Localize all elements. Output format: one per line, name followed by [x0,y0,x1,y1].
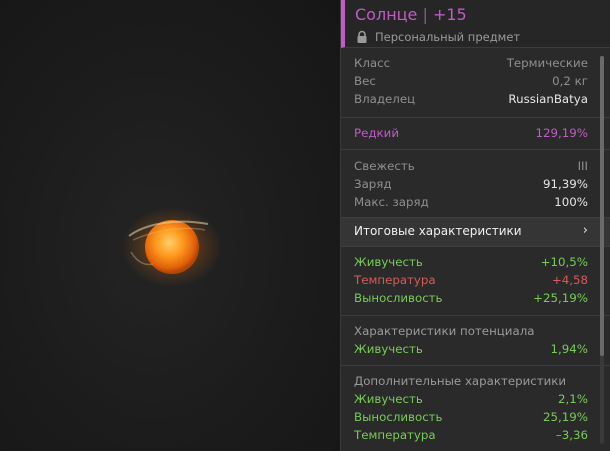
stat-label: Температура [354,428,436,442]
rarity-row: Редкий 129,19% [341,124,610,142]
info-row: Вес 0,2 кг [341,72,610,90]
condition-value: III [577,159,588,173]
stat-label: Живучесть [354,255,423,269]
potential-section: Характеристики потенциала Живучесть 1,94… [341,316,610,366]
info-row: Владелец RussianBatya [341,90,610,108]
condition-label: Макс. заряд [354,195,429,209]
rarity-label: Редкий [354,126,399,140]
extra-heading: Дополнительные характеристики [354,374,567,388]
title-separator: | [422,5,433,24]
stat-value: –3,36 [555,428,588,442]
stat-row: Выносливость 25,19% [341,408,610,426]
stat-row: Температура –3,36 [341,426,610,444]
stat-label: Выносливость [354,410,443,424]
stat-value: 25,19% [543,410,588,424]
stat-label: Выносливость [354,291,443,305]
item-preview [0,0,340,451]
stat-row: Живучесть +10,5% [341,253,610,271]
personal-item-label: Персональный предмет [375,30,521,44]
stat-value: 1,94% [550,342,588,356]
condition-value: 91,39% [543,177,588,191]
item-header: Солнце | +15 Персональный предмет [341,0,610,48]
item-subtitle: Персональный предмет [355,30,520,44]
info-row: Класс Термические [341,54,610,72]
stat-value: +25,19% [533,291,588,305]
owner-value: RussianBatya [508,92,588,106]
lock-icon [355,30,369,44]
item-upgrade-level: +15 [432,5,467,24]
rarity-value: 129,19% [535,126,589,140]
scrollbar-thumb[interactable] [600,56,604,356]
rarity-section: Редкий 129,19% [341,118,610,150]
info-value: Термические [506,56,588,70]
condition-value: 100% [554,195,588,209]
stat-row: Живучесть 2,1% [341,390,610,408]
stat-value: +10,5% [540,255,588,269]
extra-stats-section: Дополнительные характеристики Живучесть … [341,366,610,446]
item-name: Солнце [355,5,418,24]
final-stats-toggle[interactable]: Итоговые характеристики › [341,218,610,247]
condition-row: Заряд 91,39% [341,175,610,193]
stat-value: +4,58 [551,273,588,287]
condition-label: Заряд [354,177,392,191]
stat-label: Живучесть [354,342,423,356]
stat-label: Температура [354,273,436,287]
item-title: Солнце | +15 [355,5,467,24]
sun-artifact-image [115,200,225,290]
potential-heading: Характеристики потенциала [354,324,535,338]
info-label: Класс [354,56,391,70]
info-label: Владелец [354,92,416,106]
tooltip-scrollbar[interactable] [600,56,604,444]
final-stats-section: Живучесть +10,5% Температура +4,58 Вынос… [341,247,610,316]
condition-row: Свежесть III [341,157,610,175]
stat-row: Выносливость +25,19% [341,289,610,307]
item-tooltip-panel: Солнце | +15 Персональный предмет Класс … [340,0,610,451]
stat-row: Живучесть 1,94% [341,340,610,358]
condition-label: Свежесть [354,159,415,173]
stat-value: 2,1% [558,392,588,406]
stat-row: Температура +4,58 [341,271,610,289]
info-section: Класс Термические Вес 0,2 кг Владелец Ru… [341,48,610,118]
stat-label: Живучесть [354,392,423,406]
condition-section: Свежесть III Заряд 91,39% Макс. заряд 10… [341,150,610,218]
final-stats-label: Итоговые характеристики [354,224,522,238]
condition-row: Макс. заряд 100% [341,193,610,211]
info-label: Вес [354,74,376,88]
info-value: 0,2 кг [552,74,588,88]
chevron-right-icon: › [582,223,588,238]
